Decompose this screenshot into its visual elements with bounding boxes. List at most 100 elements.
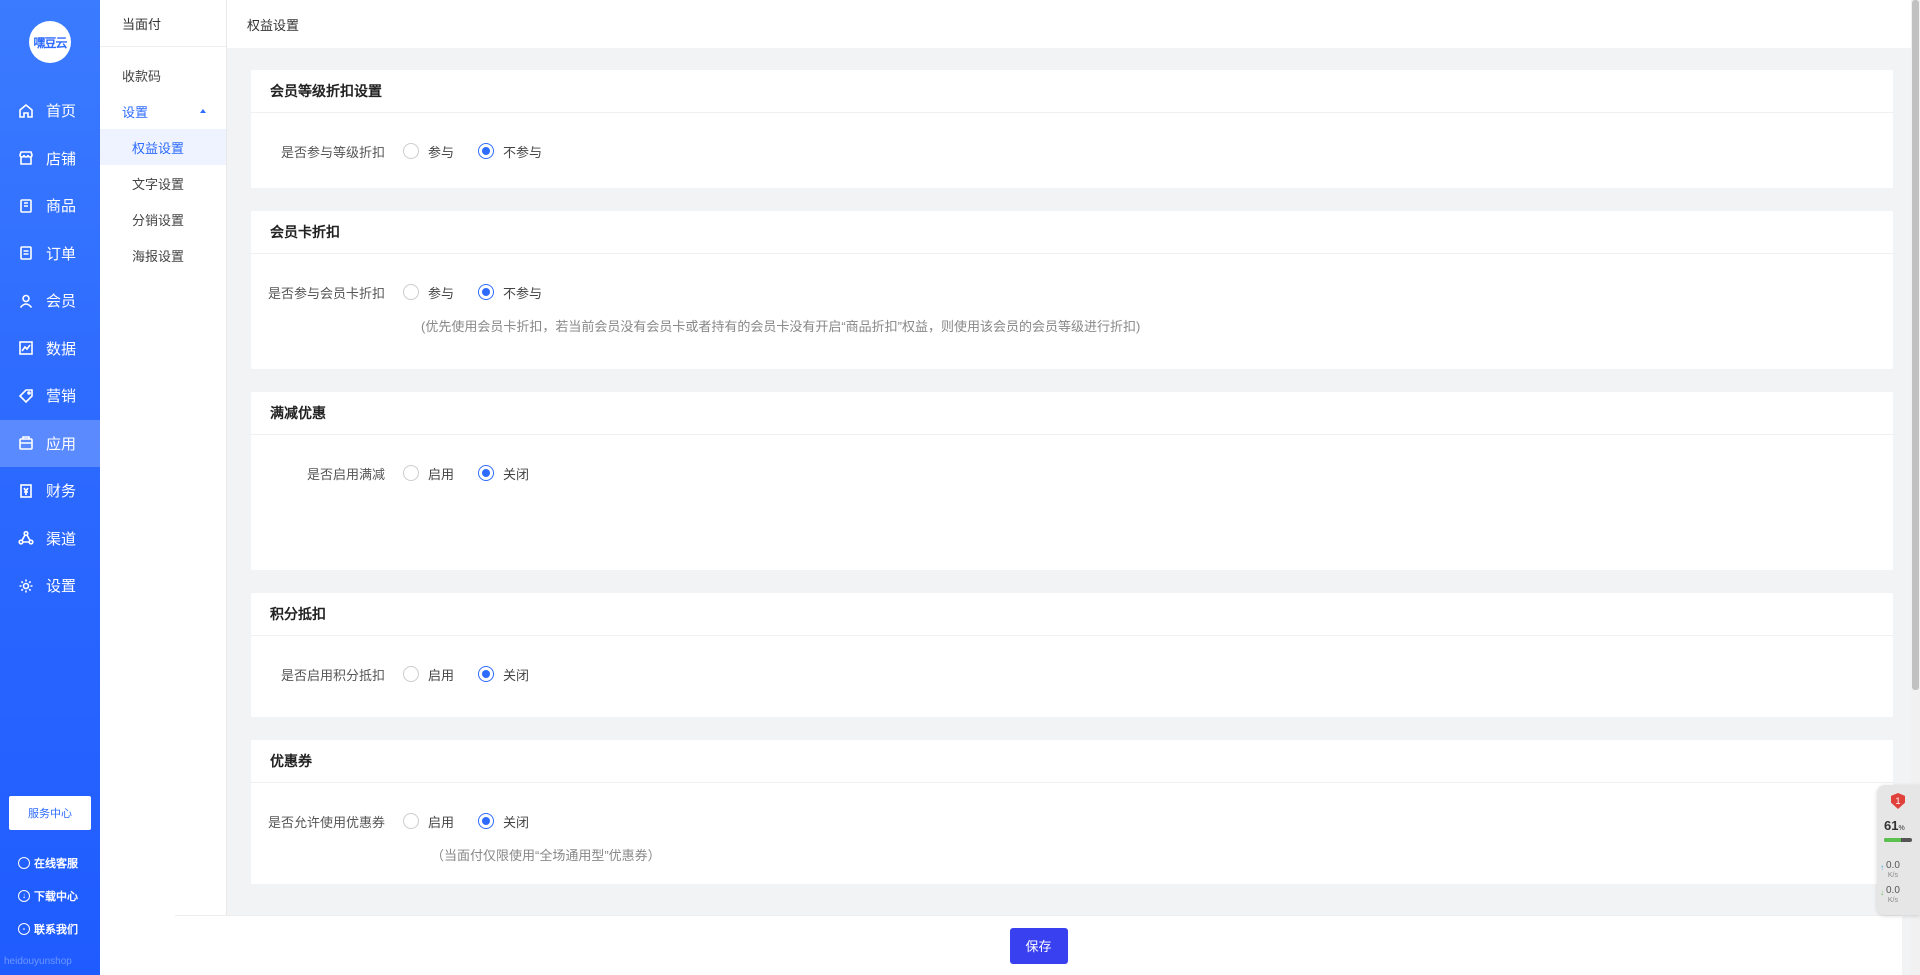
order-icon <box>18 245 34 261</box>
radio-circle <box>403 284 419 300</box>
nav-item-order[interactable]: 订单 <box>0 230 100 278</box>
save-button[interactable]: 保存 <box>1009 927 1068 964</box>
nav-item-label: 渠道 <box>46 530 77 548</box>
radio-label: 启用 <box>428 814 455 830</box>
scrollbar-thumb[interactable] <box>1912 0 1919 690</box>
points-deduction-enable-radio[interactable]: 启用 <box>403 665 454 684</box>
radio-circle <box>478 143 495 159</box>
submenu-item-poster[interactable]: 海报设置 <box>100 237 226 273</box>
radio-label: 不参与 <box>503 285 543 301</box>
field-label: 是否参与等级折扣 <box>280 144 385 160</box>
nav-item-home[interactable]: 首页 <box>0 87 100 135</box>
download-speed: 0.0 K/s <box>1886 886 1900 906</box>
full-reduction-row: 是否启用满减 启用 关闭 <box>251 463 1893 483</box>
radio-circle <box>478 813 495 829</box>
points-deduction-row: 是否启用积分抵扣 启用 关闭 <box>251 664 1893 684</box>
field-label: 是否启用积分抵扣 <box>280 667 385 683</box>
nav-item-goods[interactable]: 商品 <box>0 182 100 230</box>
level-discount-card: 会员等级折扣设置 是否参与等级折扣 参与 不参与 <box>251 70 1893 188</box>
submenu-item-distribution[interactable]: 分销设置 <box>100 201 226 237</box>
usage-percent-value: 61 <box>1884 818 1899 833</box>
goods-icon <box>18 198 34 214</box>
card-discount-join-radio[interactable]: 参与 <box>403 283 454 302</box>
radio-label: 启用 <box>428 667 455 683</box>
member-card-discount-card: 会员卡折扣 是否参与会员卡折扣 参与 不参与 (优先使用会员卡折扣，若当前会员没… <box>251 211 1893 369</box>
nav-item-label: 应用 <box>46 435 77 453</box>
nav-item-data[interactable]: 数据 <box>0 325 100 373</box>
nav-item-member[interactable]: 会员 <box>0 277 100 325</box>
card-title: 会员卡折扣 <box>251 211 1893 254</box>
coupon-disable-radio[interactable]: 关闭 <box>478 812 529 831</box>
page-header: 权益设置 <box>227 0 1920 48</box>
nav-item-label: 订单 <box>46 245 77 263</box>
nav-item-store[interactable]: 店铺 <box>0 135 100 183</box>
main-sidebar: 嘿豆云 首页 店铺 商品 订单 会员 数据 营销 应用 财务 渠道 设置 服务中… <box>0 0 100 975</box>
app-icon <box>18 435 34 451</box>
level-discount-row: 是否参与等级折扣 参与 不参与 <box>251 141 1893 161</box>
avatar-icon <box>18 856 30 869</box>
radio-circle <box>478 284 495 300</box>
usage-bar-fill <box>1884 838 1902 842</box>
nav-item-finance[interactable]: 财务 <box>0 467 100 515</box>
radio-label: 参与 <box>428 144 455 160</box>
contact-us-link[interactable]: - 联系我们 <box>18 912 78 945</box>
upload-arrow-icon: ↑ <box>1880 863 1884 872</box>
data-icon <box>18 340 34 356</box>
chevron-up-icon <box>200 109 206 113</box>
download-center-link[interactable]: ↓ 下载中心 <box>18 879 78 912</box>
nav-item-marketing[interactable]: 营销 <box>0 372 100 420</box>
full-reduction-disable-radio[interactable]: 关闭 <box>478 464 529 483</box>
nav-item-label: 数据 <box>46 340 77 358</box>
card-discount-row: 是否参与会员卡折扣 参与 不参与 <box>251 282 1893 302</box>
online-service-link[interactable]: 在线客服 <box>18 846 78 879</box>
download-arrow-icon: ↓ <box>1880 888 1884 897</box>
link-label: 联系我们 <box>34 923 78 936</box>
submenu-item-settings[interactable]: 设置 <box>100 93 226 129</box>
nav-item-label: 设置 <box>46 578 77 596</box>
nav-item-settings[interactable]: 设置 <box>0 562 100 610</box>
nav-item-label: 店铺 <box>46 150 77 168</box>
submenu-item-benefits[interactable]: 权益设置 <box>100 129 226 165</box>
submenu-item-text[interactable]: 文字设置 <box>100 165 226 201</box>
card-title: 会员等级折扣设置 <box>251 70 1893 113</box>
points-deduction-disable-radio[interactable]: 关闭 <box>478 665 529 684</box>
radio-circle <box>403 813 419 829</box>
radio-circle <box>478 666 495 682</box>
field-label: 是否参与会员卡折扣 <box>267 285 385 301</box>
radio-label: 关闭 <box>503 466 530 482</box>
card-title: 满减优惠 <box>251 392 1893 435</box>
field-label: 是否启用满减 <box>306 466 385 482</box>
store-icon <box>18 150 34 166</box>
page-title: 权益设置 <box>247 17 300 33</box>
nav-item-label: 营销 <box>46 388 77 406</box>
upload-speed-unit: K/s <box>1887 872 1899 879</box>
home-icon <box>18 103 34 119</box>
nav-item-app[interactable]: 应用 <box>0 419 100 467</box>
card-discount-skip-radio[interactable]: 不参与 <box>478 283 542 302</box>
radio-label: 不参与 <box>503 144 543 160</box>
radio-label: 关闭 <box>503 667 530 683</box>
submenu-item-qrcode[interactable]: 收款码 <box>100 57 226 93</box>
secondary-menu: 当面付 收款码 设置 权益设置 文字设置 分销设置 海报设置 <box>100 0 227 975</box>
level-discount-skip-radio[interactable]: 不参与 <box>478 142 542 161</box>
points-deduction-card: 积分抵扣 是否启用积分抵扣 启用 关闭 <box>251 593 1893 717</box>
nav-item-label: 财务 <box>46 483 77 501</box>
service-center-button[interactable]: 服务中心 <box>9 796 91 830</box>
link-label: 下载中心 <box>34 890 78 903</box>
radio-circle <box>478 465 495 481</box>
nav-item-label: 商品 <box>46 198 77 216</box>
download-icon: ↓ <box>18 889 30 902</box>
full-reduction-enable-radio[interactable]: 启用 <box>403 464 454 483</box>
card-title: 优惠券 <box>251 740 1893 783</box>
nav-item-label: 会员 <box>46 293 77 311</box>
shield-badge-icon: 1 <box>1891 793 1905 809</box>
card-discount-hint: (优先使用会员卡折扣，若当前会员没有会员卡或者持有的会员卡没有开启“商品折扣”权… <box>421 319 1141 334</box>
brand-logo[interactable]: 嘿豆云 <box>29 21 71 63</box>
usage-percent: 61% <box>1884 818 1905 833</box>
radio-label: 参与 <box>428 285 455 301</box>
coupon-enable-radio[interactable]: 启用 <box>403 812 454 831</box>
radio-circle <box>403 666 419 682</box>
nav-item-channel[interactable]: 渠道 <box>0 515 100 563</box>
network-monitor-widget[interactable]: 1 61% ↑ 0.0 K/s ↓ 0.0 K/s <box>1877 785 1920 915</box>
level-discount-join-radio[interactable]: 参与 <box>403 142 454 161</box>
